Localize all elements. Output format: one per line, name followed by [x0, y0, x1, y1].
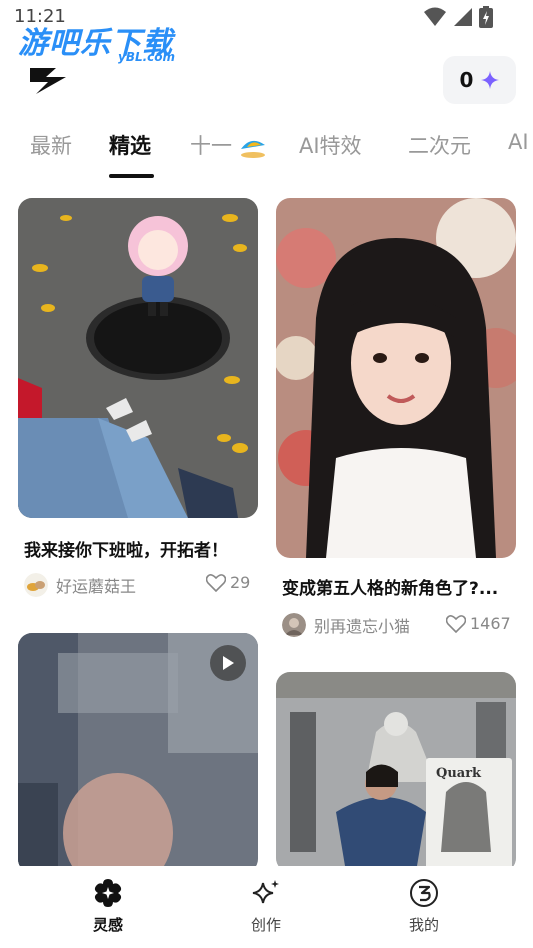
status-icons: [423, 6, 493, 28]
like-button[interactable]: 29: [206, 573, 250, 592]
feed-card-author[interactable]: 别再遗忘小猫: [282, 613, 410, 637]
sparkles-icon: [252, 880, 279, 904]
feed-card-title[interactable]: 变成第五人格的新角色了?...: [282, 574, 512, 599]
profile-icon: [410, 879, 438, 907]
feed-card-image[interactable]: [276, 198, 516, 558]
credit-count: 0: [459, 68, 474, 92]
nav-label: 我的: [408, 916, 439, 934]
tab-national-day-label: 十一: [190, 134, 232, 158]
battery-icon: [479, 6, 493, 28]
feed-card-image[interactable]: [18, 198, 258, 518]
feed-card-title[interactable]: 我来接你下班啦，开拓者！: [24, 536, 254, 561]
nav-label: 灵感: [92, 916, 123, 934]
bottom-nav: 灵感 创作 我的: [0, 866, 533, 948]
beach-umbrella-icon: [240, 140, 265, 158]
tab-ai-more[interactable]: AI: [508, 130, 529, 154]
inspiration-icon: [94, 879, 122, 907]
quark-brand-label: Quark: [436, 766, 482, 781]
watermark: 游吧乐下载 yBL.com: [18, 18, 176, 64]
wifi-icon: [424, 7, 446, 26]
author-name: 好运蘑菇王: [56, 577, 137, 596]
tab-featured[interactable]: 精选: [109, 130, 151, 160]
heart-icon: [446, 614, 466, 633]
signal-icon: [454, 8, 472, 26]
nav-create[interactable]: 创作: [226, 878, 306, 935]
active-tab-indicator: [109, 174, 154, 178]
nav-label: 创作: [250, 916, 281, 934]
like-count: 29: [230, 573, 251, 592]
avatar: [24, 573, 48, 597]
tab-national-day[interactable]: 十一: [190, 130, 267, 160]
nav-profile[interactable]: 我的: [384, 878, 464, 935]
sparkle-icon: [481, 71, 500, 89]
watermark-sub: yBL.com: [118, 50, 176, 64]
like-count: 1467: [470, 614, 511, 633]
nav-inspiration[interactable]: 灵感: [68, 878, 148, 935]
avatar: [282, 613, 306, 637]
tab-ai-effects[interactable]: AI特效: [299, 130, 362, 160]
author-name: 别再遗忘小猫: [314, 617, 411, 636]
like-button[interactable]: 1467: [446, 614, 511, 633]
feed-card-image[interactable]: Quark: [276, 672, 516, 872]
feed-card-video[interactable]: [18, 633, 258, 873]
tab-latest[interactable]: 最新: [30, 130, 72, 160]
play-icon: [223, 656, 234, 670]
credit-balance-button[interactable]: 0: [443, 56, 516, 104]
tab-anime[interactable]: 二次元: [408, 130, 471, 160]
heart-icon: [206, 573, 226, 592]
category-tabs: 最新 精选 十一 AI特效 二次元 AI: [0, 124, 533, 184]
play-button[interactable]: [210, 645, 246, 681]
app-logo-icon[interactable]: [26, 62, 70, 98]
feed-card-author[interactable]: 好运蘑菇王: [24, 573, 136, 597]
